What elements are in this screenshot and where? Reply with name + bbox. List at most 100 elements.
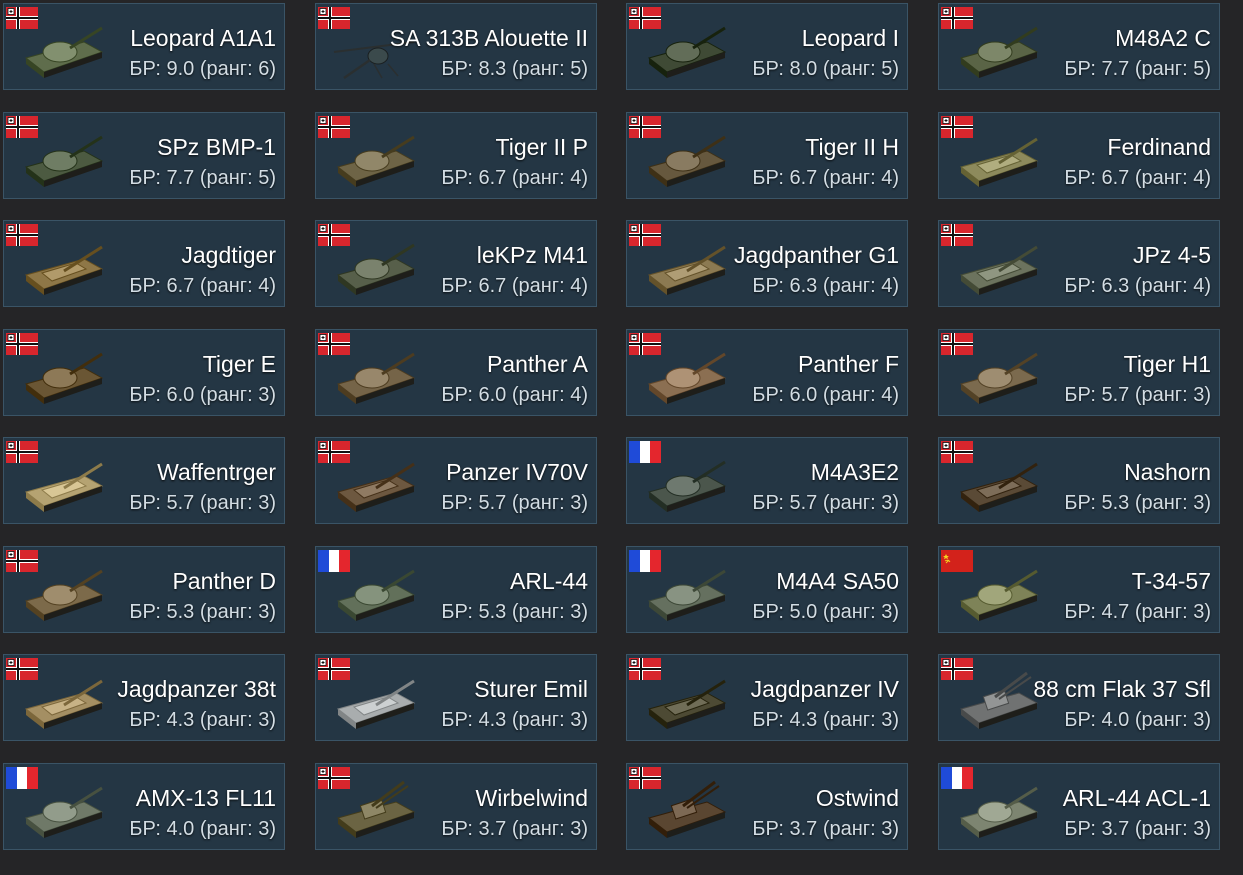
vehicle-name: Wirbelwind — [475, 785, 588, 811]
vehicle-name: Sturer Emil — [474, 676, 588, 702]
ussr-flag-icon — [941, 550, 973, 572]
vehicle-card[interactable]: Tiger H1 БР: 5.7 (ранг: 3) — [938, 329, 1220, 416]
france-flag-icon — [6, 767, 38, 789]
vehicle-br-rank: БР: 6.7 (ранг: 4) — [1064, 167, 1211, 189]
vehicle-name: Tiger E — [202, 351, 276, 377]
germany-flag-icon — [6, 333, 38, 355]
vehicle-card[interactable]: Leopard A1A1 БР: 9.0 (ранг: 6) — [3, 3, 285, 90]
vehicle-br-rank: БР: 6.3 (ранг: 4) — [752, 275, 899, 297]
vehicle-card[interactable]: M4A3E2 БР: 5.7 (ранг: 3) — [626, 437, 908, 524]
vehicle-card[interactable]: Jagdpanther G1 БР: 6.3 (ранг: 4) — [626, 220, 908, 307]
vehicle-card[interactable]: ARL-44 ACL-1 БР: 3.7 (ранг: 3) — [938, 763, 1220, 850]
vehicle-name: Leopard A1A1 — [130, 25, 276, 51]
vehicle-br-rank: БР: 5.7 (ранг: 3) — [441, 492, 588, 514]
vehicle-card[interactable]: Panther D БР: 5.3 (ранг: 3) — [3, 546, 285, 633]
germany-flag-icon — [318, 767, 350, 789]
vehicle-card[interactable]: leKPz M41 БР: 6.7 (ранг: 4) — [315, 220, 597, 307]
vehicle-name: M4A4 SA50 — [776, 568, 899, 594]
vehicle-br-rank: БР: 9.0 (ранг: 6) — [129, 58, 276, 80]
vehicle-card[interactable]: Tiger E БР: 6.0 (ранг: 3) — [3, 329, 285, 416]
germany-flag-icon — [629, 7, 661, 29]
germany-flag-icon — [318, 333, 350, 355]
vehicle-br-rank: БР: 4.0 (ранг: 3) — [1064, 709, 1211, 731]
vehicle-name: AMX-13 FL11 — [135, 785, 276, 811]
vehicle-br-rank: БР: 4.0 (ранг: 3) — [129, 818, 276, 840]
vehicle-card[interactable]: Panther F БР: 6.0 (ранг: 4) — [626, 329, 908, 416]
vehicle-card[interactable]: SA 313B Alouette II БР: 8.3 (ранг: 5) — [315, 3, 597, 90]
germany-flag-icon — [6, 116, 38, 138]
vehicle-card[interactable]: Tiger II P БР: 6.7 (ранг: 4) — [315, 112, 597, 199]
vehicle-card[interactable]: Jagdtiger БР: 6.7 (ранг: 4) — [3, 220, 285, 307]
france-flag-icon — [629, 550, 661, 572]
vehicle-card[interactable]: Panzer IV70V БР: 5.7 (ранг: 3) — [315, 437, 597, 524]
vehicle-name: Tiger H1 — [1123, 351, 1211, 377]
germany-flag-icon — [318, 224, 350, 246]
vehicle-card[interactable]: JPz 4-5 БР: 6.3 (ранг: 4) — [938, 220, 1220, 307]
vehicle-card[interactable]: Jagdpanzer 38t БР: 4.3 (ранг: 3) — [3, 654, 285, 741]
vehicle-name: Panther A — [486, 351, 588, 377]
vehicle-br-rank: БР: 6.3 (ранг: 4) — [1064, 275, 1211, 297]
vehicle-name: SPz BMP-1 — [157, 134, 276, 160]
vehicle-card[interactable]: M48A2 C БР: 7.7 (ранг: 5) — [938, 3, 1220, 90]
vehicle-br-rank: БР: 7.7 (ранг: 5) — [1064, 58, 1211, 80]
vehicle-name: Panzer IV70V — [446, 459, 588, 485]
vehicle-card[interactable]: Waffentrger БР: 5.7 (ранг: 3) — [3, 437, 285, 524]
germany-flag-icon — [6, 441, 38, 463]
vehicle-br-rank: БР: 3.7 (ранг: 3) — [752, 818, 899, 840]
vehicle-card[interactable]: Tiger II H БР: 6.7 (ранг: 4) — [626, 112, 908, 199]
germany-flag-icon — [629, 224, 661, 246]
germany-flag-icon — [629, 116, 661, 138]
vehicle-name: leKPz M41 — [476, 242, 588, 268]
vehicle-br-rank: БР: 3.7 (ранг: 3) — [441, 818, 588, 840]
vehicle-br-rank: БР: 8.0 (ранг: 5) — [752, 58, 899, 80]
vehicle-name: Tiger II P — [495, 134, 588, 160]
vehicle-card[interactable]: Ferdinand БР: 6.7 (ранг: 4) — [938, 112, 1220, 199]
germany-flag-icon — [941, 116, 973, 138]
germany-flag-icon — [941, 658, 973, 680]
germany-flag-icon — [6, 7, 38, 29]
vehicle-name: ARL-44 — [510, 568, 588, 594]
vehicle-name: M48A2 C — [1115, 25, 1211, 51]
vehicle-card[interactable]: M4A4 SA50 БР: 5.0 (ранг: 3) — [626, 546, 908, 633]
vehicle-name: Jagdpanther G1 — [734, 242, 899, 268]
germany-flag-icon — [318, 116, 350, 138]
vehicle-card[interactable]: Panther A БР: 6.0 (ранг: 4) — [315, 329, 597, 416]
vehicle-card[interactable]: Jagdpanzer IV БР: 4.3 (ранг: 3) — [626, 654, 908, 741]
vehicle-br-rank: БР: 6.0 (ранг: 3) — [129, 384, 276, 406]
vehicle-card[interactable]: Nashorn БР: 5.3 (ранг: 3) — [938, 437, 1220, 524]
vehicle-br-rank: БР: 6.7 (ранг: 4) — [441, 275, 588, 297]
vehicle-card[interactable]: SPz BMP-1 БР: 7.7 (ранг: 5) — [3, 112, 285, 199]
france-flag-icon — [629, 441, 661, 463]
vehicle-br-rank: БР: 4.3 (ранг: 3) — [129, 709, 276, 731]
vehicle-br-rank: БР: 5.7 (ранг: 3) — [129, 492, 276, 514]
germany-flag-icon — [629, 658, 661, 680]
vehicle-br-rank: БР: 5.3 (ранг: 3) — [441, 601, 588, 623]
vehicle-card[interactable]: T-34-57 БР: 4.7 (ранг: 3) — [938, 546, 1220, 633]
vehicle-card[interactable]: 88 cm Flak 37 Sfl БР: 4.0 (ранг: 3) — [938, 654, 1220, 741]
vehicle-br-rank: БР: 7.7 (ранг: 5) — [129, 167, 276, 189]
vehicle-card[interactable]: Sturer Emil БР: 4.3 (ранг: 3) — [315, 654, 597, 741]
germany-flag-icon — [6, 224, 38, 246]
vehicle-name: 88 cm Flak 37 Sfl — [1033, 676, 1211, 702]
vehicle-card[interactable]: Ostwind БР: 3.7 (ранг: 3) — [626, 763, 908, 850]
vehicle-br-rank: БР: 8.3 (ранг: 5) — [441, 58, 588, 80]
germany-flag-icon — [6, 550, 38, 572]
vehicle-name: Leopard I — [801, 25, 899, 51]
germany-flag-icon — [6, 658, 38, 680]
vehicle-br-rank: БР: 5.3 (ранг: 3) — [1064, 492, 1211, 514]
vehicle-br-rank: БР: 6.0 (ранг: 4) — [752, 384, 899, 406]
vehicle-br-rank: БР: 6.7 (ранг: 4) — [752, 167, 899, 189]
vehicle-card[interactable]: ARL-44 БР: 5.3 (ранг: 3) — [315, 546, 597, 633]
germany-flag-icon — [941, 224, 973, 246]
france-flag-icon — [941, 767, 973, 789]
vehicle-name: Tiger II H — [805, 134, 899, 160]
vehicle-br-rank: БР: 6.7 (ранг: 4) — [129, 275, 276, 297]
germany-flag-icon — [941, 441, 973, 463]
vehicle-card[interactable]: Wirbelwind БР: 3.7 (ранг: 3) — [315, 763, 597, 850]
vehicle-name: M4A3E2 — [810, 459, 899, 485]
vehicle-card[interactable]: AMX-13 FL11 БР: 4.0 (ранг: 3) — [3, 763, 285, 850]
vehicle-name: Ostwind — [815, 785, 899, 811]
vehicle-name: ARL-44 ACL-1 — [1062, 785, 1211, 811]
vehicle-card[interactable]: Leopard I БР: 8.0 (ранг: 5) — [626, 3, 908, 90]
vehicle-name: Panther D — [172, 568, 276, 594]
